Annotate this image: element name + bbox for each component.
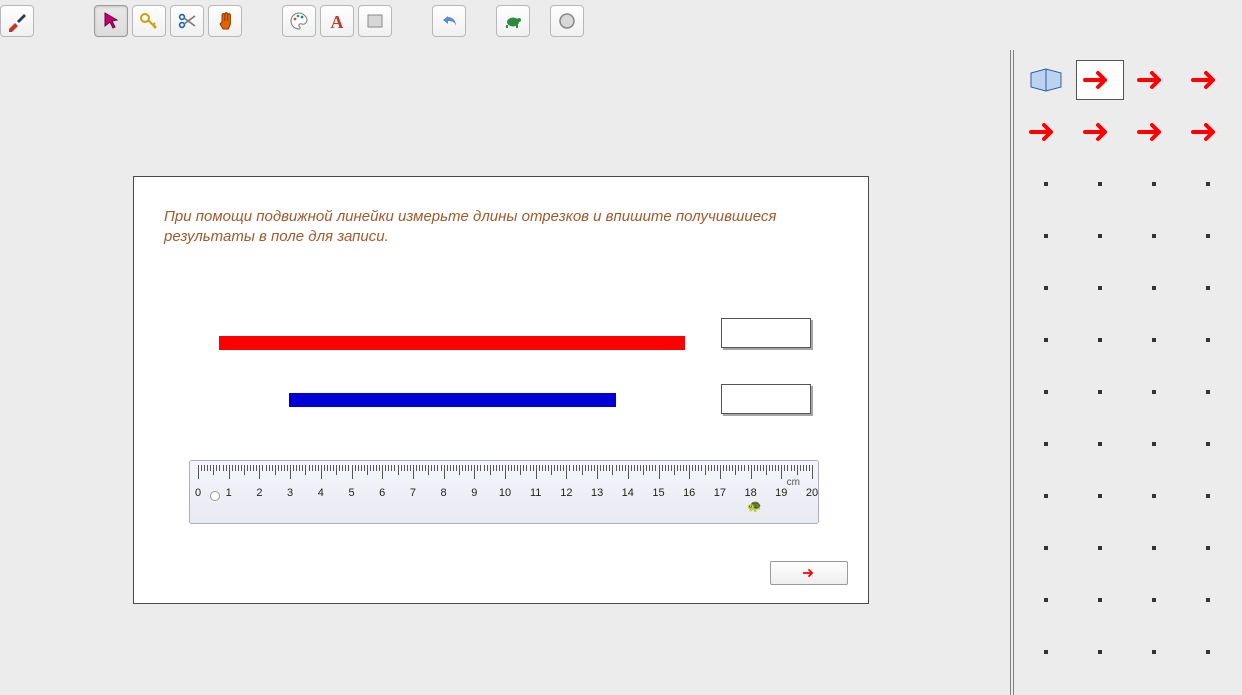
page-thumb-30[interactable] xyxy=(1076,424,1124,464)
ruler-label: 19 xyxy=(775,487,787,499)
page-thumb-6[interactable] xyxy=(1076,112,1124,152)
ruler-hole xyxy=(210,491,220,501)
answer-input-1[interactable] xyxy=(721,318,811,348)
page-thumb-9[interactable] xyxy=(1022,164,1070,204)
answer-input-2[interactable] xyxy=(721,384,811,414)
page-thumb-8[interactable] xyxy=(1184,112,1232,152)
ruler-label: 5 xyxy=(348,487,354,499)
page-thumb-28[interactable] xyxy=(1184,372,1232,412)
ruler-decor-icon: 🐢 xyxy=(747,499,762,513)
worksheet-card: При помощи подвижной линейки измерьте дл… xyxy=(133,176,869,604)
scissors-tool-button[interactable] xyxy=(170,5,204,37)
page-thumb-24[interactable] xyxy=(1184,320,1232,360)
page-thumb-23[interactable] xyxy=(1130,320,1178,360)
page-thumb-42[interactable] xyxy=(1076,580,1124,620)
page-thumb-27[interactable] xyxy=(1130,372,1178,412)
ruler-label: 11 xyxy=(530,487,541,499)
page-thumb-31[interactable] xyxy=(1130,424,1178,464)
page-thumb-46[interactable] xyxy=(1076,632,1124,672)
page-thumb-11[interactable] xyxy=(1130,164,1178,204)
ruler[interactable]: 01234567891011121314151617181920 cm 🐢 xyxy=(189,460,819,524)
ruler-label: 12 xyxy=(560,487,572,499)
hand-tool-button[interactable] xyxy=(208,5,242,37)
turtle-tool-button[interactable] xyxy=(496,5,530,37)
page-thumb-40[interactable] xyxy=(1184,528,1232,568)
page-thumb-45[interactable] xyxy=(1022,632,1070,672)
ruler-label: 2 xyxy=(256,487,262,499)
page-thumb-15[interactable] xyxy=(1130,216,1178,256)
page-thumb-19[interactable] xyxy=(1130,268,1178,308)
page-thumb-43[interactable] xyxy=(1130,580,1178,620)
rect-tool-button[interactable] xyxy=(358,5,392,37)
page-thumb-13[interactable] xyxy=(1022,216,1070,256)
page-thumb-3[interactable] xyxy=(1130,60,1178,100)
ruler-label: 4 xyxy=(318,487,324,499)
page-thumb-22[interactable] xyxy=(1076,320,1124,360)
text-A-tool-button[interactable] xyxy=(320,5,354,37)
page-thumb-37[interactable] xyxy=(1022,528,1070,568)
page-thumb-16[interactable] xyxy=(1184,216,1232,256)
page-thumb-36[interactable] xyxy=(1184,476,1232,516)
toolbar xyxy=(0,2,584,40)
ruler-label: 0 xyxy=(195,487,201,499)
key-tool-button[interactable] xyxy=(132,5,166,37)
ruler-label: 1 xyxy=(226,487,232,499)
ruler-label: 17 xyxy=(714,487,726,499)
brush-tool-button[interactable] xyxy=(0,5,34,37)
palette-tool-button[interactable] xyxy=(282,5,316,37)
page-thumb-12[interactable] xyxy=(1184,164,1232,204)
page-thumb-7[interactable] xyxy=(1130,112,1178,152)
circle-tool-button[interactable] xyxy=(550,5,584,37)
ruler-label: 8 xyxy=(441,487,447,499)
ruler-label: 20 xyxy=(806,487,818,499)
page-thumb-35[interactable] xyxy=(1130,476,1178,516)
segment-blue xyxy=(289,393,616,407)
ruler-label: 3 xyxy=(287,487,293,499)
ruler-label: 6 xyxy=(379,487,385,499)
ruler-label: 15 xyxy=(652,487,664,499)
next-button[interactable] xyxy=(770,561,848,585)
ruler-unit-label: cm xyxy=(787,477,800,488)
page-thumb-41[interactable] xyxy=(1022,580,1070,620)
ruler-label: 13 xyxy=(591,487,603,499)
page-thumb-5[interactable] xyxy=(1022,112,1070,152)
page-thumb-18[interactable] xyxy=(1076,268,1124,308)
ruler-label: 9 xyxy=(471,487,477,499)
page-thumb-20[interactable] xyxy=(1184,268,1232,308)
ruler-label: 7 xyxy=(410,487,416,499)
page-thumbnail-panel xyxy=(1010,50,1242,695)
page-thumb-25[interactable] xyxy=(1022,372,1070,412)
page-thumb-33[interactable] xyxy=(1022,476,1070,516)
page-thumb-1[interactable] xyxy=(1022,60,1070,100)
ruler-label: 16 xyxy=(683,487,695,499)
page-thumb-10[interactable] xyxy=(1076,164,1124,204)
undo-tool-button[interactable] xyxy=(432,5,466,37)
page-thumb-34[interactable] xyxy=(1076,476,1124,516)
page-thumb-29[interactable] xyxy=(1022,424,1070,464)
ruler-label: 18 xyxy=(744,487,756,499)
page-thumb-47[interactable] xyxy=(1130,632,1178,672)
page-thumb-14[interactable] xyxy=(1076,216,1124,256)
pointer-tool-button[interactable] xyxy=(94,5,128,37)
page-thumb-39[interactable] xyxy=(1130,528,1178,568)
page-thumb-48[interactable] xyxy=(1184,632,1232,672)
page-thumb-44[interactable] xyxy=(1184,580,1232,620)
page-thumb-32[interactable] xyxy=(1184,424,1232,464)
segment-red xyxy=(219,336,685,350)
page-thumb-17[interactable] xyxy=(1022,268,1070,308)
instruction-text: При помощи подвижной линейки измерьте дл… xyxy=(164,207,808,248)
ruler-label: 10 xyxy=(499,487,511,499)
ruler-label: 14 xyxy=(622,487,634,499)
page-thumb-4[interactable] xyxy=(1184,60,1232,100)
page-thumb-21[interactable] xyxy=(1022,320,1070,360)
page-thumb-2[interactable] xyxy=(1076,60,1124,100)
page-thumb-26[interactable] xyxy=(1076,372,1124,412)
page-thumb-38[interactable] xyxy=(1076,528,1124,568)
